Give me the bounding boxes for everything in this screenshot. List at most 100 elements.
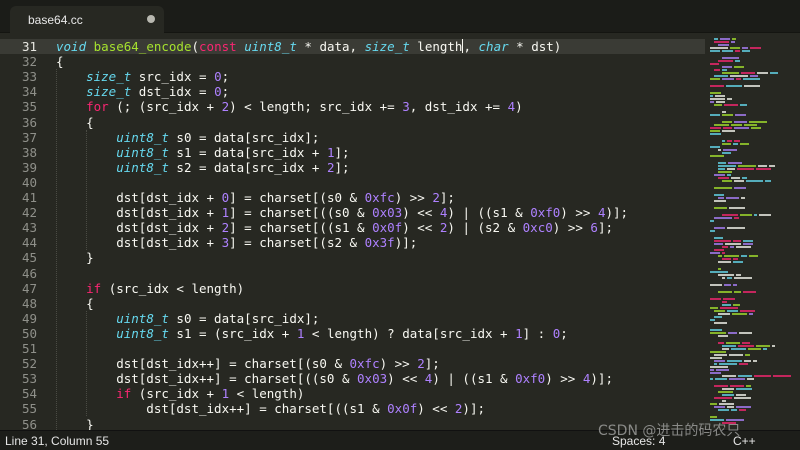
minimap-code-stroke <box>710 378 713 380</box>
minimap-code-stroke <box>758 165 767 167</box>
minimap-code-stroke <box>735 114 746 116</box>
line-number: 52 <box>21 356 37 372</box>
code-token: 0xfc <box>364 190 395 205</box>
minimap-code-stroke <box>722 258 731 260</box>
code-text[interactable]: uint8_t s2 = data[src_idx + 2]; <box>56 160 349 175</box>
minimap-code-stroke <box>710 372 721 374</box>
minimap-code-stroke <box>756 345 770 347</box>
minimap-code-stroke <box>722 304 731 306</box>
minimap-code-stroke <box>714 227 725 229</box>
code-line[interactable]: 43 dst[dst_idx + 2] = charset[((s1 & 0x0… <box>0 220 705 235</box>
code-line[interactable]: 32 { <box>0 54 705 69</box>
code-token: ( <box>191 39 200 54</box>
code-text[interactable]: void base64_encode(const uint8_t * data,… <box>56 39 561 54</box>
minimap-code-stroke <box>728 162 742 164</box>
code-line[interactable]: 42 dst[dst_idx + 1] = charset[((s0 & 0x0… <box>0 205 705 220</box>
code-text[interactable]: { <box>56 296 94 311</box>
file-tab[interactable]: base64.cc <box>10 6 164 33</box>
code-text[interactable]: if (src_idx + 1 < length) <box>56 386 304 401</box>
tab-bar: base64.cc <box>0 0 800 33</box>
code-token: ) >> <box>394 190 433 205</box>
minimap-code-stroke <box>734 291 741 293</box>
minimap-code-stroke <box>754 214 757 216</box>
code-token: dst[dst_idx++] = charset[((s1 & <box>56 401 388 417</box>
code-token: } <box>56 250 94 266</box>
minimap-code-stroke <box>727 310 738 312</box>
code-text[interactable]: for (; (src_idx + 2) < length; src_idx +… <box>56 99 523 114</box>
code-line[interactable]: 49 uint8_t s0 = data[src_idx]; <box>0 311 705 326</box>
code-token: )]; <box>605 205 629 221</box>
minimap[interactable] <box>706 34 800 430</box>
code-text[interactable]: dst[dst_idx + 2] = charset[((s1 & 0x0f) … <box>56 220 613 235</box>
code-line[interactable]: 50 uint8_t s1 = (src_idx + 1 < length) ?… <box>0 326 705 341</box>
code-editor[interactable]: 31 void base64_encode(const uint8_t * dat… <box>0 34 705 430</box>
code-line[interactable]: 54 if (src_idx + 1 < length) <box>0 386 705 401</box>
line-number: 48 <box>21 295 37 311</box>
minimap-code-stroke <box>741 255 747 257</box>
code-line[interactable]: 41 dst[dst_idx + 0] = charset[(s0 & 0xfc… <box>0 190 705 205</box>
code-line[interactable]: 40 <box>0 175 705 190</box>
code-text[interactable]: dst[dst_idx + 3] = charset[(s2 & 0x3f)]; <box>56 235 417 250</box>
minimap-code-stroke <box>715 378 727 380</box>
code-text[interactable]: dst[dst_idx++] = charset[(s0 & 0xfc) >> … <box>56 356 440 371</box>
line-number: 40 <box>21 174 37 190</box>
minimap-code-stroke <box>735 50 740 52</box>
code-text[interactable]: uint8_t s0 = data[src_idx]; <box>56 130 319 145</box>
code-text[interactable]: uint8_t s0 = data[src_idx]; <box>56 311 319 326</box>
minimap-code-stroke <box>759 214 771 216</box>
minimap-code-stroke <box>718 177 729 179</box>
code-token: 3 <box>402 99 410 115</box>
code-text[interactable]: uint8_t s1 = data[src_idx + 1]; <box>56 144 349 160</box>
code-text[interactable]: dst[dst_idx++] = charset[((s0 & 0x03) <<… <box>56 371 613 386</box>
code-line[interactable]: 47 if (src_idx < length) <box>0 281 705 296</box>
code-text[interactable]: size_t src_idx = 0; <box>56 69 229 84</box>
code-text[interactable]: dst[dst_idx + 1] = charset[((s0 & 0x03) … <box>56 205 628 220</box>
code-line[interactable]: 45 } <box>0 250 705 265</box>
code-line[interactable]: 52 dst[dst_idx++] = charset[(s0 & 0xfc) … <box>0 356 705 371</box>
code-line[interactable]: 35 for (; (src_idx + 2) < length; src_id… <box>0 99 705 114</box>
minimap-code-stroke <box>710 284 722 286</box>
minimap-code-stroke <box>710 63 719 65</box>
code-line[interactable]: 31 void base64_encode(const uint8_t * dat… <box>0 39 705 54</box>
code-text[interactable]: { <box>56 115 94 130</box>
close-icon[interactable] <box>147 15 155 23</box>
minimap-code-stroke <box>710 252 720 254</box>
code-line[interactable]: 38 uint8_t s1 = data[src_idx + 1]; <box>0 145 705 160</box>
code-text[interactable]: dst[dst_idx++] = charset[((s1 & 0x0f) <<… <box>56 401 485 416</box>
minimap-code-stroke <box>725 243 741 245</box>
code-text[interactable]: if (src_idx < length) <box>56 281 244 296</box>
code-text[interactable]: dst[dst_idx + 0] = charset[(s0 & 0xfc) >… <box>56 190 455 205</box>
tab-title[interactable]: base64.cc <box>28 13 83 27</box>
code-line[interactable]: 39 uint8_t s2 = data[src_idx + 2]; <box>0 160 705 175</box>
code-line[interactable]: 33 size_t src_idx = 0; <box>0 69 705 84</box>
code-token: 2 <box>432 190 440 205</box>
code-line[interactable]: 46 <box>0 266 705 281</box>
code-line[interactable]: 34 size_t dst_idx = 0; <box>0 84 705 99</box>
minimap-code-stroke <box>753 360 757 362</box>
code-text[interactable]: size_t dst_idx = 0; <box>56 84 229 99</box>
code-token: 0x03 <box>372 205 403 221</box>
code-token: 0 <box>214 84 222 100</box>
code-token: s1 = data[src_idx + <box>168 144 327 160</box>
code-text[interactable]: { <box>56 54 64 69</box>
code-token: ] = charset[((s1 & <box>229 220 373 236</box>
code-line[interactable]: 48 { <box>0 296 705 311</box>
code-line[interactable]: 55 dst[dst_idx++] = charset[((s1 & 0x0f)… <box>0 401 705 416</box>
code-text[interactable]: uint8_t s1 = (src_idx + 1 < length) ? da… <box>56 326 568 341</box>
code-line[interactable]: 37 uint8_t s0 = data[src_idx]; <box>0 130 705 145</box>
code-text[interactable]: } <box>56 417 94 431</box>
code-line[interactable]: 51 <box>0 341 705 356</box>
minimap-code-stroke <box>741 197 745 199</box>
code-line[interactable]: 53 dst[dst_idx++] = charset[((s0 & 0x03)… <box>0 371 705 386</box>
code-text[interactable]: } <box>56 250 94 265</box>
minimap-code-stroke <box>738 375 752 377</box>
code-line[interactable]: 44 dst[dst_idx + 3] = charset[(s2 & 0x3f… <box>0 235 705 250</box>
minimap-code-stroke <box>729 354 743 356</box>
code-token: 0x03 <box>357 371 388 387</box>
code-token: 0xc0 <box>522 220 553 236</box>
minimap-code-stroke <box>736 246 751 248</box>
code-line[interactable]: 36 { <box>0 115 705 130</box>
